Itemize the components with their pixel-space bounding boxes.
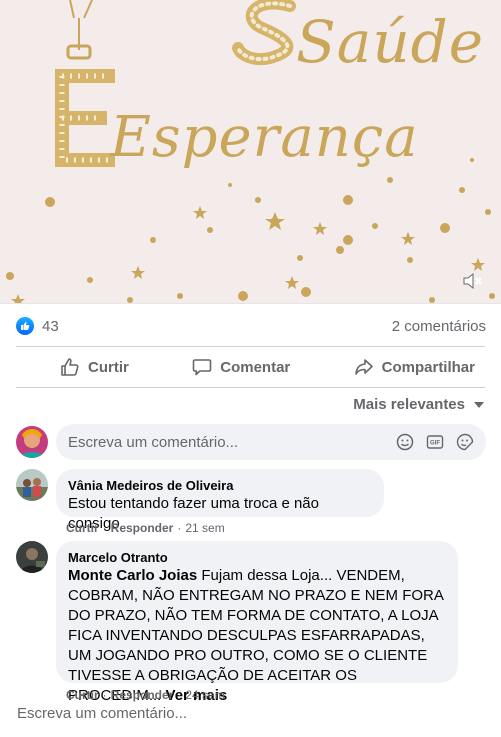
- avatar[interactable]: [16, 426, 48, 458]
- comment-bubble: Marcelo Otranto Monte Carlo Joias Fujam …: [56, 541, 458, 704]
- emoji-icon[interactable]: [394, 431, 416, 453]
- comment-label: Comentar: [220, 358, 291, 376]
- comment-time[interactable]: 21 sem: [185, 521, 224, 535]
- share-label: Compartilhar: [381, 358, 475, 376]
- comment-time[interactable]: 24 sem: [185, 688, 224, 702]
- image-text-saude: Saúde: [296, 8, 485, 76]
- caret-down-icon: [474, 401, 484, 408]
- comment-reply-link[interactable]: Responder: [111, 688, 174, 702]
- comment-count[interactable]: 2 comentários: [392, 318, 486, 335]
- share-button[interactable]: Compartilhar: [344, 349, 485, 385]
- divider: [16, 387, 485, 388]
- comment-icon: [192, 359, 212, 376]
- meta-separator: ·: [177, 521, 182, 535]
- divider: [16, 346, 485, 347]
- comment-text: Monte Carlo Joias Fujam dessa Loja... VE…: [68, 566, 446, 706]
- thumbs-up-icon: [61, 358, 79, 376]
- like-count: 43: [42, 317, 59, 335]
- comment-body: Fujam dessa Loja... VENDEM, COBRAM, NÃO …: [68, 567, 444, 704]
- avatar[interactable]: [16, 541, 48, 573]
- comment-like-link[interactable]: Curtir: [66, 521, 99, 535]
- meta-separator: ·: [177, 688, 182, 702]
- comment-like-link[interactable]: Curtir: [66, 688, 99, 702]
- svg-text:GIF: GIF: [430, 441, 440, 447]
- avatar[interactable]: [16, 469, 48, 501]
- image-text-esperanca: Esperança: [110, 105, 419, 170]
- share-icon: [354, 359, 373, 375]
- like-button[interactable]: Curtir: [50, 349, 139, 385]
- comment-bubble: Vânia Medeiros de Oliveira Estou tentand…: [56, 469, 384, 532]
- comment-meta: Curtir · Responder · 21 sem: [66, 521, 225, 535]
- comment-author[interactable]: Vânia Medeiros de Oliveira: [68, 477, 372, 494]
- comment-author[interactable]: Marcelo Otranto: [68, 549, 446, 566]
- comment-composer: GIF: [16, 424, 486, 460]
- mentioned-page-link[interactable]: Monte Carlo Joias: [68, 567, 197, 584]
- comment-sort-dropdown[interactable]: Mais relevantes: [353, 396, 485, 413]
- comment-button[interactable]: Comentar: [182, 349, 300, 385]
- comment-reply-link[interactable]: Responder: [111, 521, 174, 535]
- like-label: Curtir: [88, 358, 129, 376]
- sort-label: Mais relevantes: [353, 396, 465, 413]
- like-reaction-icon: [16, 317, 34, 335]
- meta-separator: ·: [102, 688, 107, 702]
- comment-item: Marcelo Otranto Monte Carlo Joias Fujam …: [16, 541, 458, 704]
- comment-input-wrapper: GIF: [56, 424, 486, 460]
- sticker-icon[interactable]: [454, 431, 476, 453]
- write-comment-prompt[interactable]: Escreva um comentário...: [17, 705, 187, 722]
- gif-icon[interactable]: GIF: [424, 431, 446, 453]
- meta-separator: ·: [102, 521, 107, 535]
- reaction-stats: 43 2 comentários: [16, 314, 486, 338]
- composer-icons: GIF: [394, 431, 476, 453]
- action-bar: Curtir Comentar Compartilhar: [16, 348, 485, 386]
- like-summary[interactable]: 43: [16, 317, 59, 335]
- post-media[interactable]: Saúde Esperança: [0, 0, 501, 304]
- comment-item: Vânia Medeiros de Oliveira Estou tentand…: [16, 469, 384, 532]
- comment-meta: Curtir · Responder · 24 sem: [66, 688, 225, 702]
- comment-input[interactable]: [68, 433, 394, 451]
- volume-off-icon[interactable]: [461, 270, 487, 296]
